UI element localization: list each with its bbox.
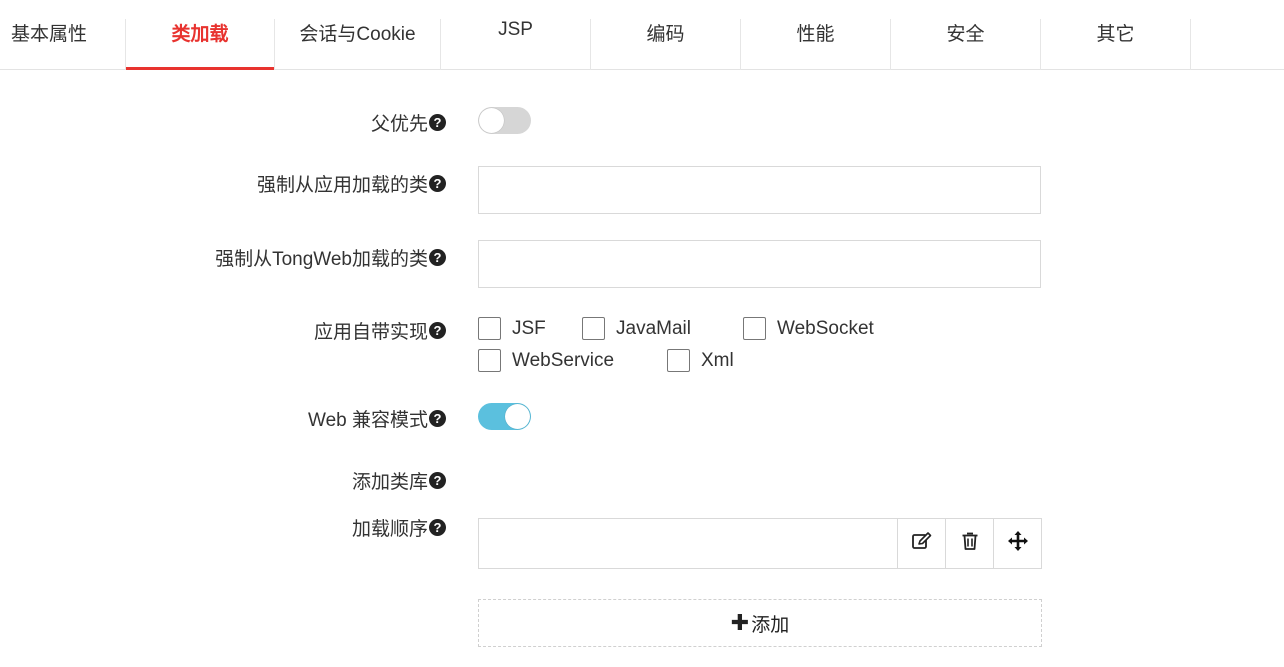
checkbox-label: JSF: [512, 317, 546, 339]
web-compat-toggle[interactable]: [478, 403, 531, 430]
edit-icon: [911, 531, 933, 557]
plus-icon: ✚: [730, 610, 750, 635]
checkbox-label: WebService: [512, 349, 615, 371]
checkbox-box[interactable]: [478, 317, 501, 340]
load-order-input[interactable]: [479, 519, 897, 568]
edit-button[interactable]: [897, 519, 945, 568]
checkbox-box[interactable]: [582, 317, 605, 340]
add-button-label: 添加: [751, 614, 790, 636]
checkbox-box[interactable]: [743, 317, 766, 340]
app-bundled-label: 应用自带实现 ?: [314, 317, 446, 344]
question-circle-icon[interactable]: ?: [429, 114, 446, 131]
checkbox-label: Xml: [701, 349, 734, 371]
tab-basic-properties[interactable]: 基本属性: [0, 19, 126, 70]
add-library-label-text: 添加类库: [351, 472, 428, 493]
checkbox-label: WebSocket: [777, 317, 874, 339]
checkbox-websocket[interactable]: WebSocket: [743, 317, 874, 340]
checkbox-javamail[interactable]: JavaMail: [582, 317, 691, 340]
tab-session-cookie[interactable]: 会话与Cookie: [275, 19, 440, 70]
parent-first-label-text: 父优先: [370, 114, 428, 135]
toggle-knob: [505, 404, 530, 429]
tab-encoding[interactable]: 编码: [591, 19, 740, 70]
tab-performance[interactable]: 性能: [741, 19, 890, 70]
load-order-label-text: 加载顺序: [351, 519, 428, 540]
force-tongweb-classes-label: 强制从TongWeb加载的类 ?: [215, 244, 446, 271]
checkbox-box[interactable]: [478, 349, 501, 372]
parent-first-toggle[interactable]: [478, 107, 531, 134]
checkbox-webservice[interactable]: WebService: [478, 349, 614, 372]
active-tab-indicator: [126, 67, 274, 70]
checkbox-jsf[interactable]: JSF: [478, 317, 546, 340]
add-button[interactable]: ✚ 添加: [478, 599, 1042, 647]
tab-divider: [1190, 19, 1191, 70]
tab-bar: 基本属性 类加载 会话与Cookie JSP 编码 性能 安全 其它: [0, 0, 1284, 70]
trash-icon: [961, 531, 979, 557]
load-order-row: [478, 518, 1042, 569]
delete-button[interactable]: [945, 519, 993, 568]
question-circle-icon[interactable]: ?: [429, 249, 446, 266]
question-circle-icon[interactable]: ?: [429, 322, 446, 339]
toggle-knob: [479, 108, 504, 133]
question-circle-icon[interactable]: ?: [429, 410, 446, 427]
tab-class-loading[interactable]: 类加载: [126, 19, 274, 70]
question-circle-icon[interactable]: ?: [429, 519, 446, 536]
move-icon: [1007, 530, 1029, 558]
force-app-classes-label: 强制从应用加载的类 ?: [257, 170, 446, 197]
force-tongweb-classes-input[interactable]: [478, 240, 1041, 288]
app-bundled-label-text: 应用自带实现: [313, 322, 428, 343]
move-button[interactable]: [993, 519, 1041, 568]
load-order-label: 加载顺序 ?: [352, 514, 446, 541]
parent-first-label: 父优先 ?: [371, 109, 446, 136]
force-app-classes-label-text: 强制从应用加载的类: [256, 175, 428, 196]
force-tongweb-classes-label-text: 强制从TongWeb加载的类: [215, 249, 428, 270]
question-circle-icon[interactable]: ?: [429, 472, 446, 489]
tab-security[interactable]: 安全: [891, 19, 1040, 70]
tab-other[interactable]: 其它: [1041, 19, 1190, 70]
force-app-classes-input[interactable]: [478, 166, 1041, 214]
tab-jsp[interactable]: JSP: [441, 19, 590, 70]
checkbox-label: JavaMail: [616, 317, 691, 339]
web-compat-label-text: Web 兼容模式: [307, 410, 428, 431]
web-compat-label: Web 兼容模式 ?: [308, 405, 446, 432]
add-library-label: 添加类库 ?: [352, 467, 446, 494]
question-circle-icon[interactable]: ?: [429, 175, 446, 192]
checkbox-box[interactable]: [667, 349, 690, 372]
checkbox-xml[interactable]: Xml: [667, 349, 734, 372]
